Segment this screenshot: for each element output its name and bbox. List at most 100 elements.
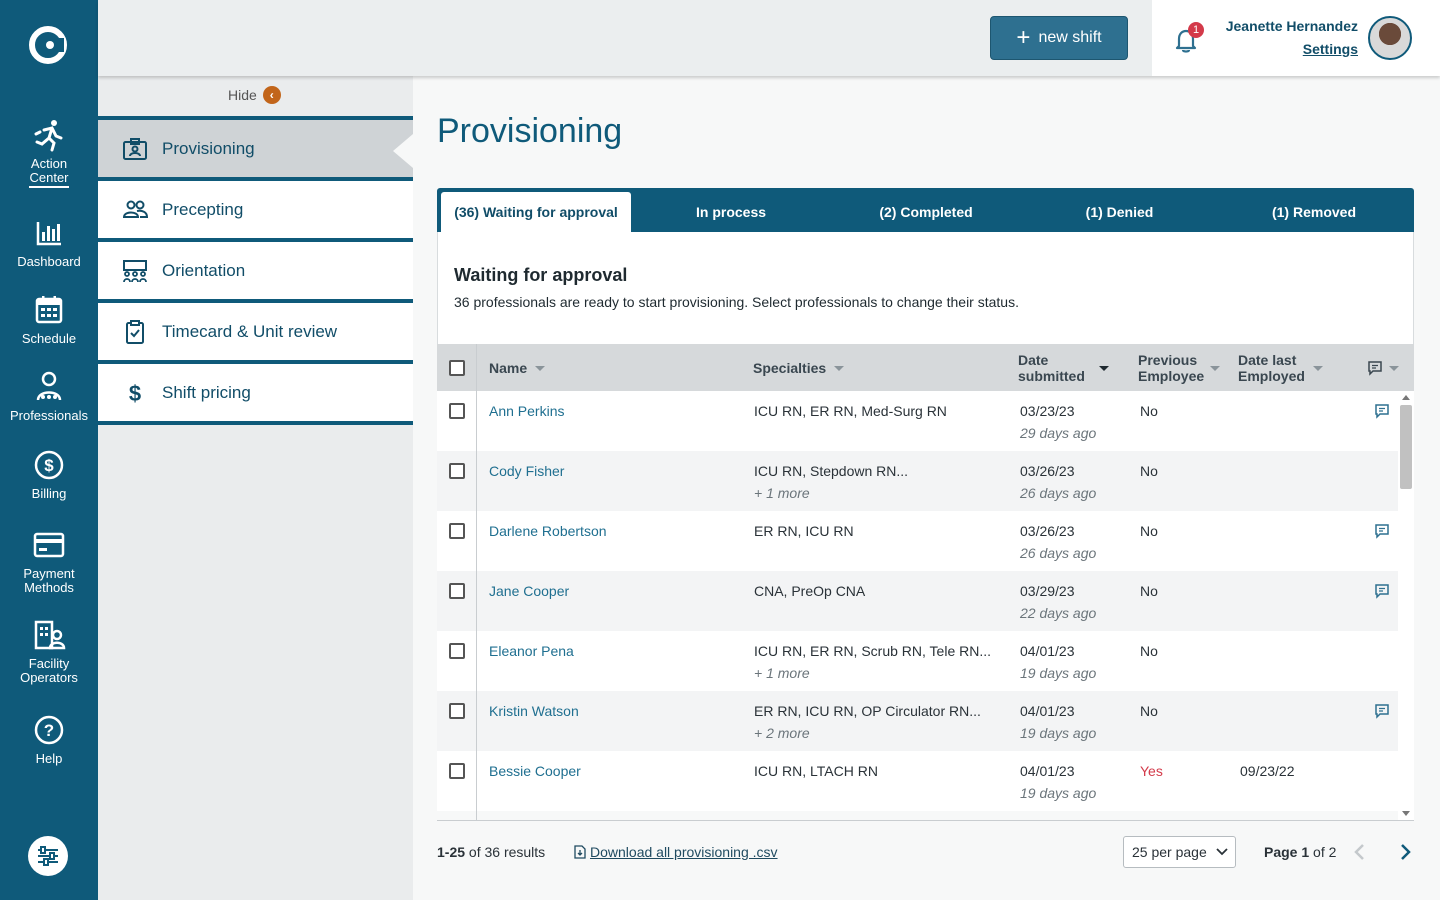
row-checkbox[interactable] <box>449 523 465 539</box>
sidebar-item-label: Precepting <box>162 199 244 219</box>
new-shift-button[interactable]: + new shift <box>990 16 1128 60</box>
column-header-notes[interactable] <box>1367 360 1399 376</box>
sidebar-item-provisioning[interactable]: Provisioning <box>98 116 413 177</box>
settings-sliders-button[interactable] <box>28 836 68 876</box>
column-header-label: Date last Employed <box>1238 352 1305 384</box>
specialties-more[interactable]: + 2 more <box>754 725 810 741</box>
rail-item-action-center[interactable]: Action Center <box>0 118 98 188</box>
sidebar-item-precepting[interactable]: Precepting <box>98 177 413 238</box>
rail-item-facility-operators[interactable]: Facility Operators <box>0 618 98 685</box>
id-badge-icon <box>123 137 147 160</box>
days-ago-cell: 26 days ago <box>1020 545 1097 561</box>
row-checkbox[interactable] <box>449 703 465 719</box>
panel-description: 36 professionals are ready to start prov… <box>454 294 1019 310</box>
table-scrollbar[interactable] <box>1398 391 1414 820</box>
row-checkbox[interactable] <box>449 643 465 659</box>
days-ago-cell: 26 days ago <box>1020 485 1097 501</box>
tab-completed[interactable]: (2) Completed <box>831 192 1021 232</box>
rail-item-professionals[interactable]: Professionals <box>0 370 98 423</box>
row-checkbox-cell <box>449 583 465 602</box>
column-header-name[interactable]: Name <box>489 360 546 376</box>
row-checkbox-cell <box>449 403 465 422</box>
page-total: of 2 <box>1313 844 1337 860</box>
row-checkbox[interactable] <box>449 763 465 779</box>
sidebar-item-timecard[interactable]: Timecard & Unit review <box>98 299 413 360</box>
comment-icon[interactable] <box>1374 523 1390 539</box>
rail-item-schedule[interactable]: Schedule <box>0 293 98 346</box>
column-header-date-last-employed[interactable]: Date last Employed <box>1238 352 1323 384</box>
scroll-thumb[interactable] <box>1400 405 1412 489</box>
table-row[interactable]: Cody Fisher ICU RN, Stepdown RN... + 1 mor… <box>437 451 1398 511</box>
professional-name-link[interactable]: Bessie Cooper <box>489 763 581 779</box>
row-checkbox-cell <box>449 763 465 782</box>
row-checkbox-cell <box>449 523 465 542</box>
table-row[interactable]: Jane Cooper CNA, PreOp CNA 03/29/23 22 days… <box>437 571 1398 631</box>
rail-item-billing[interactable]: $ Billing <box>0 448 98 501</box>
settings-link[interactable]: Settings <box>1303 41 1358 57</box>
specialties-more[interactable]: + 1 more <box>754 485 810 501</box>
user-area: 1 Jeanette Hernandez Settings <box>1152 0 1440 76</box>
professional-name-link[interactable]: Eleanor Pena <box>489 643 574 659</box>
row-checkbox[interactable] <box>449 583 465 599</box>
app-logo-icon[interactable] <box>27 24 69 66</box>
results-total: of 36 results <box>468 844 546 860</box>
professional-name-link[interactable]: Ann Perkins <box>489 403 564 419</box>
column-header-label: Previous Employee <box>1138 352 1205 384</box>
scroll-down-arrow[interactable] <box>1402 811 1410 816</box>
tab-in-process[interactable]: In process <box>631 192 831 232</box>
row-checkbox[interactable] <box>449 463 465 479</box>
row-checkbox[interactable] <box>449 403 465 419</box>
download-csv-link[interactable]: Download all provisioning .csv <box>574 844 778 860</box>
table-row[interactable]: Ann Perkins ICU RN, ER RN, Med-Surg RN 03/… <box>437 391 1398 451</box>
table-row[interactable]: Eleanor Pena ICU RN, ER RN, Scrub RN, Tel… <box>437 631 1398 691</box>
specialties-cell: ER RN, ICU RN, OP Circulator RN... <box>754 703 981 719</box>
tab-waiting-for-approval[interactable]: (36) Waiting for approval <box>441 192 631 232</box>
rail-label: Billing <box>31 486 67 501</box>
days-ago-cell: 29 days ago <box>1020 425 1097 441</box>
comment-icon[interactable] <box>1374 403 1390 419</box>
per-page-value: 25 per page <box>1132 844 1207 860</box>
sidebar-item-label: Timecard & Unit review <box>162 321 338 341</box>
column-header-previous-employee[interactable]: Previous Employee <box>1138 352 1221 384</box>
scroll-up-arrow[interactable] <box>1402 395 1410 400</box>
professional-name-link[interactable]: Cody Fisher <box>489 463 564 479</box>
previous-employee-cell: No <box>1140 463 1158 479</box>
sidebar-item-orientation[interactable]: Orientation <box>98 238 413 299</box>
new-shift-label: new shift <box>1038 29 1102 46</box>
table-row[interactable]: Darlene Robertson ER RN, ICU RN 03/26/23 26… <box>437 511 1398 571</box>
column-header-specialties[interactable]: Specialties <box>753 360 845 376</box>
comment-icon[interactable] <box>1374 703 1390 719</box>
group-icon <box>123 259 147 282</box>
column-header-date-submitted[interactable]: Date submitted <box>1018 352 1109 384</box>
professional-name-link[interactable]: Kristin Watson <box>489 703 579 719</box>
sidebar-item-label: Orientation <box>162 260 246 280</box>
row-checkbox-cell <box>449 643 465 662</box>
previous-page-button[interactable] <box>1352 842 1368 862</box>
professional-name-link[interactable]: Darlene Robertson <box>489 523 607 539</box>
previous-employee-cell: Yes <box>1140 763 1163 779</box>
select-all-checkbox[interactable] <box>449 360 465 376</box>
rail-item-help[interactable]: ? Help <box>0 713 98 766</box>
table-row[interactable]: Kristin Watson ER RN, ICU RN, OP Circulat… <box>437 691 1398 751</box>
rail-item-payment-methods[interactable]: Payment Methods <box>0 528 98 595</box>
sidebar-item-shift-pricing[interactable]: $ Shift pricing <box>98 360 413 425</box>
table-row[interactable]: Bessie Cooper ICU RN, LTACH RN 04/01/23 19 … <box>437 751 1398 811</box>
per-page-select[interactable]: 25 per page <box>1123 836 1236 868</box>
page-label: Page <box>1264 844 1298 860</box>
tab-removed[interactable]: (1) Removed <box>1218 192 1410 232</box>
hide-sidebar-toggle[interactable]: Hide ‹ <box>228 86 281 104</box>
sort-caret-icon <box>1098 365 1109 371</box>
avatar[interactable] <box>1368 16 1412 60</box>
people-icon <box>36 371 62 401</box>
table-body: Ann Perkins ICU RN, ER RN, Med-Surg RN 03/… <box>437 391 1398 820</box>
sort-caret-icon <box>535 365 546 371</box>
specialties-more[interactable]: + 1 more <box>754 665 810 681</box>
specialties-cell: ER RN, ICU RN <box>754 523 854 539</box>
chevron-down-icon <box>1216 848 1228 856</box>
professional-name-link[interactable]: Jane Cooper <box>489 583 569 599</box>
tab-denied[interactable]: (1) Denied <box>1021 192 1218 232</box>
rail-item-dashboard[interactable]: Dashboard <box>0 216 98 269</box>
comment-icon[interactable] <box>1374 583 1390 599</box>
file-download-icon <box>574 845 586 859</box>
next-page-button[interactable] <box>1397 842 1413 862</box>
